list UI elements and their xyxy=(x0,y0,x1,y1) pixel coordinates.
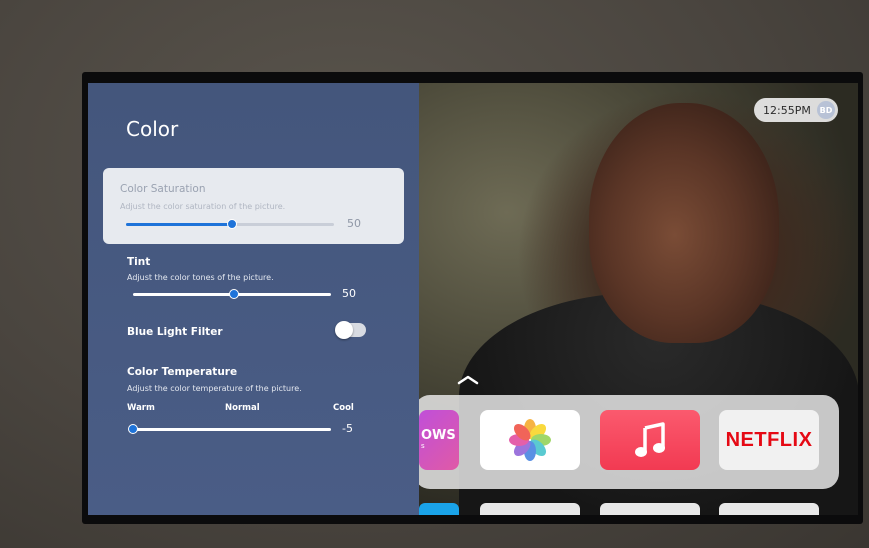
color-temperature-cool-label: Cool xyxy=(333,403,354,413)
row2-tile-1[interactable] xyxy=(419,503,459,515)
music-note-icon xyxy=(635,422,665,457)
app-tile-partial[interactable]: OWS s xyxy=(419,410,459,470)
color-saturation-slider-fill xyxy=(126,223,232,226)
tint-value: 50 xyxy=(342,287,356,300)
page-title: Color xyxy=(126,117,179,141)
blue-light-filter-label[interactable]: Blue Light Filter xyxy=(127,326,223,338)
color-settings-panel: Color Color Saturation Adjust the color … xyxy=(88,83,419,515)
color-saturation-description: Adjust the color saturation of the pictu… xyxy=(120,202,286,211)
row2-tile-3[interactable] xyxy=(600,503,700,515)
tv-screen: 12:55PM BD OWS s NETFLIX Color Color Sat… xyxy=(88,83,858,515)
tint-label[interactable]: Tint xyxy=(127,256,150,268)
row2-tile-2[interactable] xyxy=(480,503,580,515)
status-clock: 12:55PM BD xyxy=(754,98,838,122)
app-tile-music[interactable] xyxy=(600,410,700,470)
partial-app-sublabel: s xyxy=(421,442,425,451)
avatar[interactable]: BD xyxy=(817,101,835,119)
color-saturation-value: 50 xyxy=(347,217,361,230)
netflix-logo: NETFLIX xyxy=(725,428,813,451)
partial-app-label: OWS xyxy=(421,428,456,443)
app-tile-netflix[interactable]: NETFLIX xyxy=(719,410,819,470)
color-temperature-slider-knob[interactable] xyxy=(128,424,138,434)
tint-description: Adjust the color tones of the picture. xyxy=(127,273,274,282)
app-tile-photos[interactable] xyxy=(480,410,580,470)
color-saturation-slider-knob[interactable] xyxy=(227,219,237,229)
blue-light-filter-toggle[interactable] xyxy=(335,321,366,339)
color-temperature-description: Adjust the color temperature of the pict… xyxy=(127,384,302,393)
video-person-head xyxy=(589,103,779,343)
color-temperature-normal-label: Normal xyxy=(225,403,260,413)
tint-slider-knob[interactable] xyxy=(229,289,239,299)
color-temperature-warm-label: Warm xyxy=(127,403,155,413)
color-saturation-label: Color Saturation xyxy=(120,183,206,195)
color-temperature-slider[interactable] xyxy=(133,428,331,431)
color-temperature-label[interactable]: Color Temperature xyxy=(127,366,237,378)
row2-tile-4[interactable] xyxy=(719,503,819,515)
chevron-up-icon[interactable] xyxy=(456,373,480,385)
clock-time: 12:55PM xyxy=(763,103,811,117)
blue-light-filter-toggle-knob xyxy=(335,321,353,339)
photos-flower-icon xyxy=(509,419,551,461)
color-temperature-value: -5 xyxy=(342,422,353,435)
